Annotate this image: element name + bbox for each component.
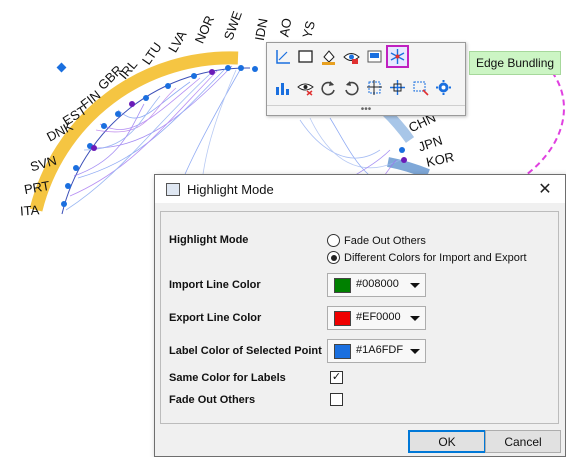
export-color-swatch bbox=[334, 311, 351, 326]
window-icon bbox=[166, 183, 180, 196]
chord-label-ita: ITA bbox=[19, 202, 40, 219]
toolbar-grip[interactable]: ••• bbox=[267, 105, 465, 115]
highlight-mode-dialog: Highlight Mode ✕ Highlight Mode Fade Out… bbox=[154, 174, 566, 457]
hide-icon[interactable] bbox=[296, 78, 315, 97]
resize-icon[interactable] bbox=[365, 78, 384, 97]
chevron-down-icon bbox=[410, 349, 420, 354]
rotate-left-icon[interactable] bbox=[319, 78, 338, 97]
import-color-swatch bbox=[334, 278, 351, 293]
edge-bundling-icon[interactable] bbox=[386, 45, 409, 68]
rectangle-icon[interactable] bbox=[296, 47, 315, 66]
fill-icon[interactable] bbox=[319, 47, 338, 66]
bar-chart-icon[interactable] bbox=[273, 78, 292, 97]
same-color-labels-label: Same Color for Labels bbox=[169, 372, 286, 384]
radio-different-colors[interactable]: Different Colors for Import and Export bbox=[327, 251, 527, 264]
export-color-dropdown[interactable]: #EF0000 bbox=[327, 306, 426, 330]
export-color-value: #EF0000 bbox=[356, 311, 401, 323]
radio-diff-label: Different Colors for Import and Export bbox=[344, 251, 527, 264]
mini-toolbar: ••• bbox=[266, 42, 466, 116]
axis-icon[interactable] bbox=[273, 47, 292, 66]
dialog-title: Highlight Mode bbox=[187, 182, 274, 197]
chevron-down-icon bbox=[410, 283, 420, 288]
edge-bundling-tooltip: Edge Bundling bbox=[469, 51, 562, 75]
import-color-dropdown[interactable]: #008000 bbox=[327, 273, 426, 297]
radio-fade-out-others[interactable]: Fade Out Others bbox=[327, 234, 426, 247]
export-line-color-label: Export Line Color bbox=[169, 312, 262, 324]
radio-diff-circle[interactable] bbox=[327, 251, 340, 264]
settings-panel: Highlight Mode Fade Out Others Different… bbox=[160, 211, 559, 424]
rotate-right-icon[interactable] bbox=[342, 78, 361, 97]
radio-fade-label: Fade Out Others bbox=[344, 234, 426, 247]
ok-button[interactable]: OK bbox=[408, 430, 486, 453]
chord-ring-segment-blue-2 bbox=[386, 157, 430, 179]
chevron-down-icon bbox=[410, 316, 420, 321]
fade-out-checkbox[interactable] bbox=[330, 393, 343, 406]
import-line-color-label: Import Line Color bbox=[169, 279, 261, 291]
legend-marker bbox=[56, 62, 67, 73]
chord-label-ao: AO bbox=[276, 16, 295, 39]
close-icon: ✕ bbox=[538, 181, 552, 198]
highlight-mode-label: Highlight Mode bbox=[169, 234, 249, 246]
label-color-dropdown[interactable]: #1A6FDF bbox=[327, 339, 426, 363]
label-box-icon[interactable] bbox=[365, 47, 384, 66]
close-button[interactable]: ✕ bbox=[525, 175, 565, 203]
label-color-swatch bbox=[334, 344, 351, 359]
move-icon[interactable] bbox=[388, 78, 407, 97]
label-color-value: #1A6FDF bbox=[356, 344, 404, 356]
settings-icon[interactable] bbox=[434, 78, 453, 97]
radio-fade-circle[interactable] bbox=[327, 234, 340, 247]
dialog-titlebar[interactable]: Highlight Mode ✕ bbox=[155, 175, 565, 203]
label-color-label: Label Color of Selected Point bbox=[169, 345, 322, 357]
same-color-checkbox[interactable]: ✓ bbox=[330, 371, 343, 384]
cancel-button[interactable]: Cancel bbox=[485, 430, 561, 453]
eye-icon[interactable] bbox=[342, 47, 361, 66]
fade-out-others-label: Fade Out Others bbox=[169, 394, 256, 406]
import-color-value: #008000 bbox=[356, 278, 399, 290]
select-icon[interactable] bbox=[411, 78, 430, 97]
